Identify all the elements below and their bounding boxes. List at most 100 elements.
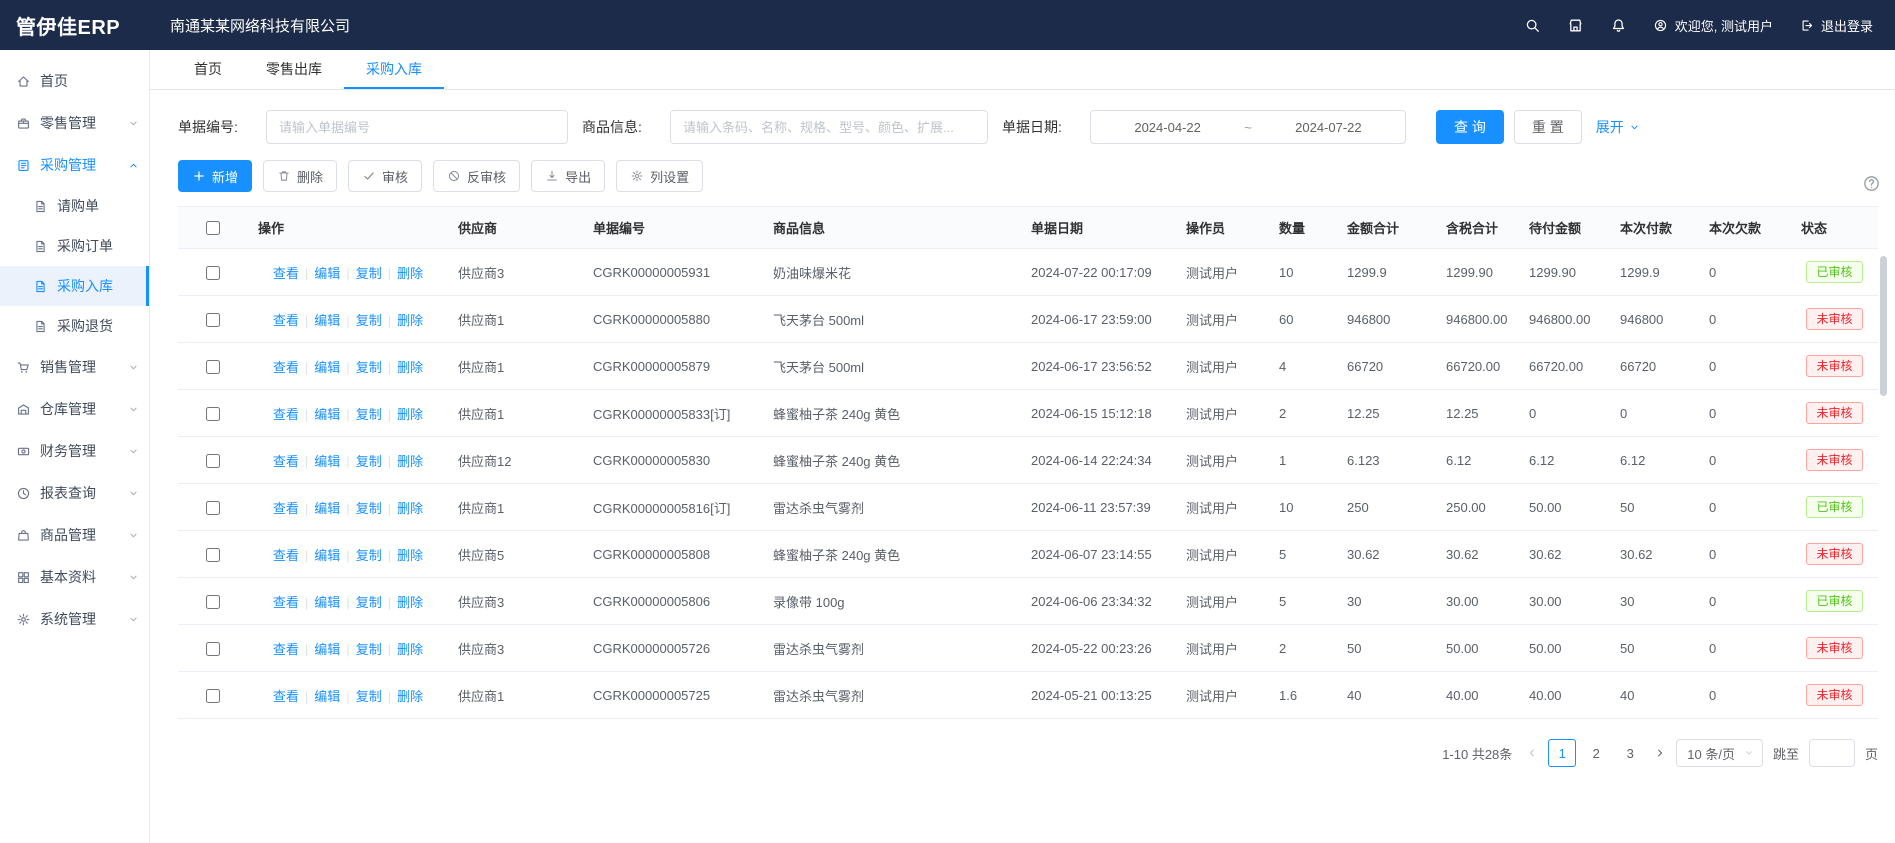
copy-link[interactable]: 复制 <box>356 454 382 469</box>
edit-link[interactable]: 编辑 <box>314 360 340 375</box>
view-link[interactable]: 查看 <box>273 689 299 704</box>
delete-link[interactable]: 删除 <box>397 360 423 375</box>
view-link[interactable]: 查看 <box>273 501 299 516</box>
tab-retail-outbound[interactable]: 零售出库 <box>244 50 344 89</box>
page-size-select[interactable]: 10 条/页 <box>1676 739 1763 767</box>
sidebar-item-purchase-order[interactable]: 采购订单 <box>0 226 149 266</box>
view-link[interactable]: 查看 <box>273 548 299 563</box>
table-row[interactable]: 查看|编辑|复制|删除 供应商1 CGRK00000005816[订] 雷达杀虫… <box>178 484 1878 531</box>
row-checkbox[interactable] <box>206 360 220 374</box>
delete-link[interactable]: 删除 <box>397 689 423 704</box>
welcome-user[interactable]: 欢迎您, 测试用户 <box>1653 16 1773 35</box>
audit-button[interactable]: 审核 <box>348 160 422 192</box>
search-icon[interactable] <box>1524 17 1541 34</box>
edit-link[interactable]: 编辑 <box>314 689 340 704</box>
bell-icon[interactable] <box>1610 17 1627 34</box>
row-checkbox[interactable] <box>206 501 220 515</box>
prev-page-button[interactable] <box>1526 747 1538 759</box>
row-checkbox[interactable] <box>206 407 220 421</box>
page-button-2[interactable]: 2 <box>1582 739 1610 767</box>
store-icon[interactable] <box>1567 17 1584 34</box>
row-checkbox[interactable] <box>206 548 220 562</box>
delete-link[interactable]: 删除 <box>397 407 423 422</box>
row-checkbox[interactable] <box>206 313 220 327</box>
app-logo[interactable]: 管伊佳ERP <box>0 11 150 40</box>
table-row[interactable]: 查看|编辑|复制|删除 供应商1 CGRK00000005879 飞天茅台 50… <box>178 343 1878 390</box>
sidebar-item-home[interactable]: 首页 <box>0 60 149 102</box>
table-row[interactable]: 查看|编辑|复制|删除 供应商1 CGRK00000005880 飞天茅台 50… <box>178 296 1878 343</box>
sidebar-item-purchase-return[interactable]: 采购退货 <box>0 306 149 346</box>
edit-link[interactable]: 编辑 <box>314 548 340 563</box>
view-link[interactable]: 查看 <box>273 313 299 328</box>
sidebar-item-finance[interactable]: 财务管理 <box>0 430 149 472</box>
page-button-1[interactable]: 1 <box>1548 739 1576 767</box>
page-button-3[interactable]: 3 <box>1616 739 1644 767</box>
tab-purchase-inbound[interactable]: 采购入库 <box>344 50 444 89</box>
order-no-input[interactable] <box>266 110 568 144</box>
date-range-picker[interactable]: 2024-04-22 ~ 2024-07-22 <box>1090 110 1406 144</box>
sidebar-item-products[interactable]: 商品管理 <box>0 514 149 556</box>
delete-button[interactable]: 删除 <box>263 160 337 192</box>
copy-link[interactable]: 复制 <box>356 407 382 422</box>
sidebar-item-purchase-request[interactable]: 请购单 <box>0 186 149 226</box>
table-row[interactable]: 查看|编辑|复制|删除 供应商3 CGRK00000005931 奶油味爆米花 … <box>178 249 1878 296</box>
logout-button[interactable]: 退出登录 <box>1799 16 1873 35</box>
view-link[interactable]: 查看 <box>273 360 299 375</box>
sidebar-item-basic-data[interactable]: 基本资料 <box>0 556 149 598</box>
table-row[interactable]: 查看|编辑|复制|删除 供应商1 CGRK00000005725 雷达杀虫气雾剂… <box>178 672 1878 719</box>
add-button[interactable]: 新增 <box>178 160 252 192</box>
select-all-checkbox[interactable] <box>206 221 220 235</box>
view-link[interactable]: 查看 <box>273 266 299 281</box>
delete-link[interactable]: 删除 <box>397 642 423 657</box>
reset-button[interactable]: 重 置 <box>1514 110 1582 144</box>
export-button[interactable]: 导出 <box>531 160 605 192</box>
copy-link[interactable]: 复制 <box>356 501 382 516</box>
table-row[interactable]: 查看|编辑|复制|删除 供应商3 CGRK00000005726 雷达杀虫气雾剂… <box>178 625 1878 672</box>
column-settings-button[interactable]: 列设置 <box>616 160 703 192</box>
sidebar-item-retail[interactable]: 零售管理 <box>0 102 149 144</box>
table-scrollbar[interactable] <box>1880 256 1887 396</box>
expand-toggle[interactable]: 展开 <box>1596 117 1640 137</box>
delete-link[interactable]: 删除 <box>397 548 423 563</box>
tab-home[interactable]: 首页 <box>172 50 244 89</box>
search-button[interactable]: 查 询 <box>1436 110 1504 144</box>
edit-link[interactable]: 编辑 <box>314 642 340 657</box>
edit-link[interactable]: 编辑 <box>314 501 340 516</box>
row-checkbox[interactable] <box>206 689 220 703</box>
edit-link[interactable]: 编辑 <box>314 407 340 422</box>
delete-link[interactable]: 删除 <box>397 266 423 281</box>
view-link[interactable]: 查看 <box>273 595 299 610</box>
date-to-value[interactable]: 2024-07-22 <box>1252 120 1405 135</box>
edit-link[interactable]: 编辑 <box>314 454 340 469</box>
row-checkbox[interactable] <box>206 642 220 656</box>
copy-link[interactable]: 复制 <box>356 689 382 704</box>
table-row[interactable]: 查看|编辑|复制|删除 供应商3 CGRK00000005806 录像带 100… <box>178 578 1878 625</box>
view-link[interactable]: 查看 <box>273 407 299 422</box>
sidebar-item-reports[interactable]: 报表查询 <box>0 472 149 514</box>
row-checkbox[interactable] <box>206 595 220 609</box>
row-checkbox[interactable] <box>206 454 220 468</box>
copy-link[interactable]: 复制 <box>356 548 382 563</box>
delete-link[interactable]: 删除 <box>397 595 423 610</box>
sidebar-item-purchase[interactable]: 采购管理 <box>0 144 149 186</box>
edit-link[interactable]: 编辑 <box>314 595 340 610</box>
product-info-input[interactable] <box>670 110 988 144</box>
jump-page-input[interactable] <box>1809 739 1855 767</box>
edit-link[interactable]: 编辑 <box>314 266 340 281</box>
copy-link[interactable]: 复制 <box>356 313 382 328</box>
copy-link[interactable]: 复制 <box>356 266 382 281</box>
sidebar-item-purchase-inbound[interactable]: 采购入库 <box>0 266 149 306</box>
view-link[interactable]: 查看 <box>273 454 299 469</box>
unaudit-button[interactable]: 反审核 <box>433 160 520 192</box>
table-row[interactable]: 查看|编辑|复制|删除 供应商1 CGRK00000005833[订] 蜂蜜柚子… <box>178 390 1878 437</box>
copy-link[interactable]: 复制 <box>356 642 382 657</box>
delete-link[interactable]: 删除 <box>397 501 423 516</box>
sidebar-item-sales[interactable]: 销售管理 <box>0 346 149 388</box>
view-link[interactable]: 查看 <box>273 642 299 657</box>
row-checkbox[interactable] <box>206 266 220 280</box>
sidebar-item-system[interactable]: 系统管理 <box>0 598 149 640</box>
table-row[interactable]: 查看|编辑|复制|删除 供应商5 CGRK00000005808 蜂蜜柚子茶 2… <box>178 531 1878 578</box>
delete-link[interactable]: 删除 <box>397 313 423 328</box>
help-icon[interactable] <box>1862 174 1881 193</box>
sidebar-item-warehouse[interactable]: 仓库管理 <box>0 388 149 430</box>
